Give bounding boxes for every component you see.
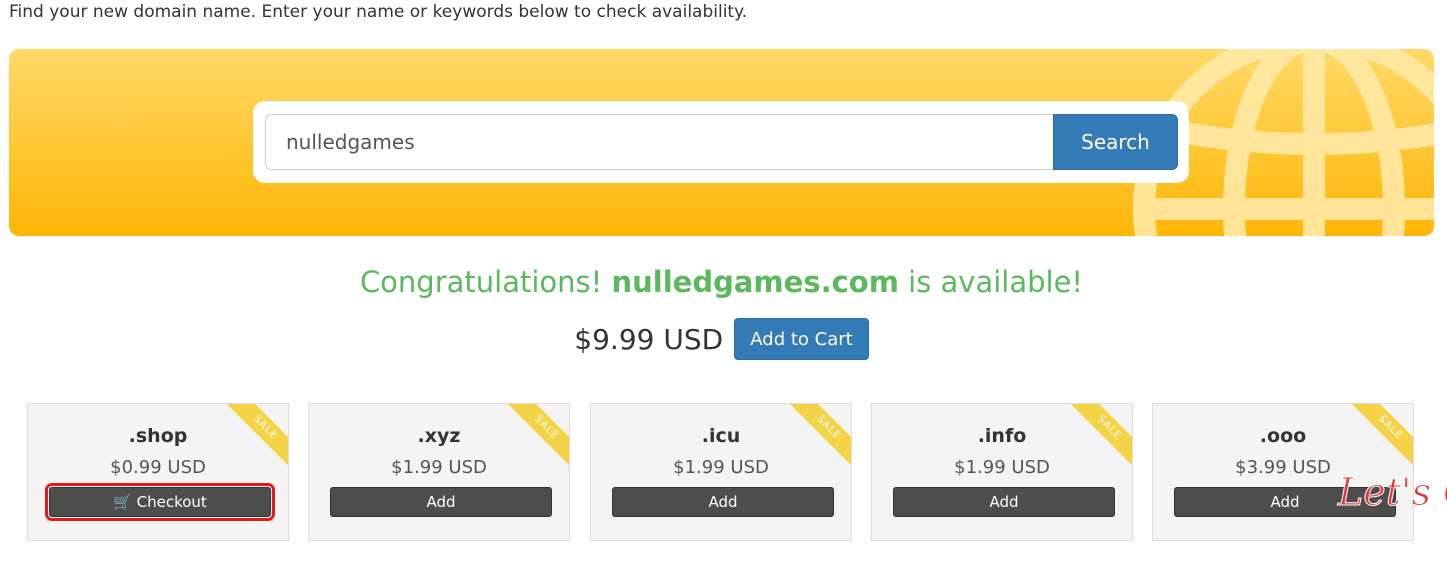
suggestion-price: $1.99 USD bbox=[954, 457, 1050, 478]
checkout-label: Checkout bbox=[136, 493, 207, 511]
available-domain: nulledgames.com bbox=[611, 265, 899, 299]
search-box: Search bbox=[253, 101, 1189, 183]
price-row: $9.99 USD Add to Cart bbox=[0, 318, 1443, 360]
add-button[interactable]: Add bbox=[612, 487, 834, 517]
suggestion-price: $1.99 USD bbox=[391, 457, 487, 478]
add-to-cart-button[interactable]: Add to Cart bbox=[734, 318, 869, 360]
checkout-button[interactable]: 🛒 Checkout bbox=[45, 483, 275, 521]
domain-search-input[interactable] bbox=[265, 114, 1053, 170]
suggestion-price: $1.99 USD bbox=[673, 457, 769, 478]
suggestion-tld: .icu bbox=[701, 425, 741, 447]
add-button[interactable]: Add bbox=[893, 487, 1115, 517]
lets-chat-widget[interactable]: Let's Chat bbox=[1330, 465, 1447, 565]
cart-icon: 🛒 bbox=[113, 493, 132, 511]
suggestion-card-xyz: SALE .xyz $1.99 USD Add bbox=[308, 403, 570, 541]
search-button[interactable]: Search bbox=[1053, 114, 1178, 170]
suggestion-tld: .shop bbox=[128, 425, 188, 447]
suggestion-tld: .ooo bbox=[1259, 425, 1307, 447]
congrats-prefix: Congratulations! bbox=[359, 265, 612, 299]
page-intro: Find your new domain name. Enter your na… bbox=[9, 2, 748, 22]
chat-label: Let's Chat bbox=[1337, 470, 1447, 514]
suggestion-tld: .info bbox=[977, 425, 1027, 447]
congrats-suffix: is available! bbox=[898, 265, 1084, 299]
suggestion-card-info: SALE .info $1.99 USD Add bbox=[871, 403, 1133, 541]
domain-price: $9.99 USD bbox=[574, 322, 724, 356]
add-button[interactable]: Add bbox=[330, 487, 552, 517]
suggestion-card-shop: SALE .shop $0.99 USD 🛒 Checkout bbox=[27, 403, 289, 541]
domain-search-banner: Search bbox=[9, 49, 1434, 236]
suggestion-price: $0.99 USD bbox=[110, 457, 206, 478]
suggestion-tld: .xyz bbox=[417, 425, 461, 447]
availability-message: Congratulations! nulledgames.com is avai… bbox=[0, 262, 1443, 302]
suggestion-card-icu: SALE .icu $1.99 USD Add bbox=[590, 403, 852, 541]
